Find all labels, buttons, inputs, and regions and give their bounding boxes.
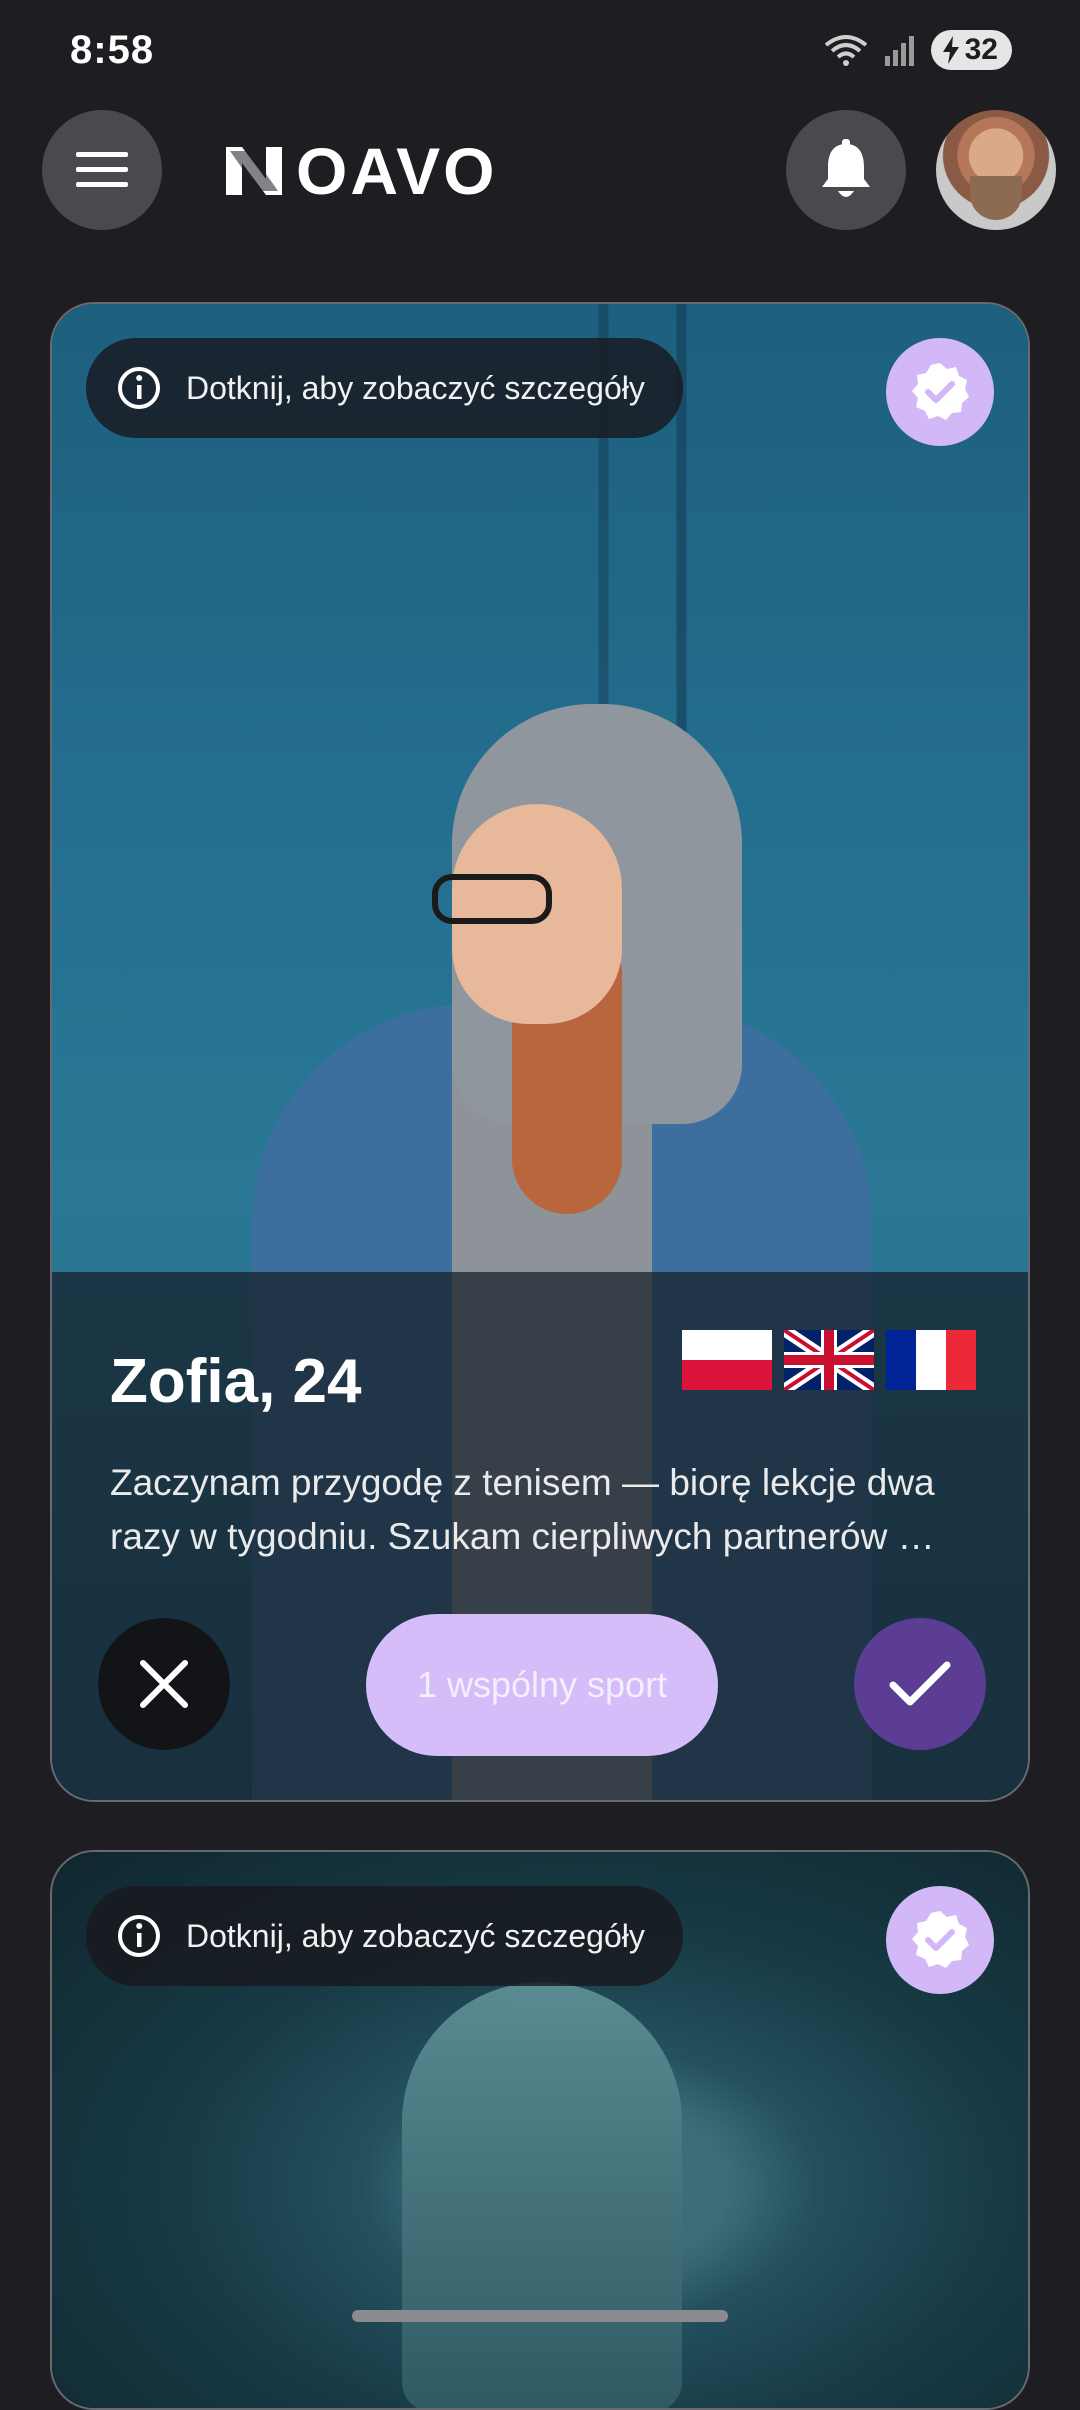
info-icon: [118, 1915, 160, 1957]
check-icon: [889, 1661, 951, 1706]
photo-glasses: [432, 874, 552, 924]
pl-flag-icon: [682, 1330, 772, 1390]
user-avatar[interactable]: [936, 110, 1056, 230]
details-hint-text: Dotknij, aby zobaczyć szczegóły: [186, 1917, 645, 1954]
info-icon: [118, 367, 160, 409]
app-header: OAVO: [0, 110, 1080, 230]
charging-bolt-icon: [942, 36, 959, 64]
battery-level: 32: [964, 33, 998, 66]
details-hint[interactable]: Dotknij, aby zobaczyć szczegóły: [86, 1886, 683, 1986]
app-logo: OAVO: [222, 134, 498, 208]
wifi-icon: [824, 35, 867, 66]
avatar-beard: [970, 176, 1022, 220]
logo-text: OAVO: [296, 134, 498, 208]
status-icons: 32: [823, 30, 1012, 70]
hamburger-icon: [76, 152, 128, 187]
battery-indicator: 32: [930, 30, 1012, 70]
photo-hair: [402, 1982, 682, 2408]
fr-flag-icon: [886, 1330, 976, 1390]
close-icon: [140, 1660, 188, 1708]
home-indicator[interactable]: [352, 2310, 728, 2322]
verified-check-icon: [912, 363, 969, 420]
common-sport-pill[interactable]: 1 wspólny sport: [366, 1614, 718, 1756]
notifications-button[interactable]: [786, 110, 906, 230]
logo-mark-icon: [226, 147, 282, 195]
profile-name-age: Zofia, 24: [110, 1347, 362, 1416]
profile-card[interactable]: Dotknij, aby zobaczyć szczegóły Zofia, 2…: [50, 302, 1030, 1802]
status-bar: 8:58 32: [0, 0, 1080, 100]
verified-check-icon: [912, 1911, 969, 1968]
common-sport-text: 1 wspólny sport: [416, 1664, 668, 1705]
signal-icon: [884, 36, 914, 66]
menu-button[interactable]: [42, 110, 162, 230]
profile-card[interactable]: Dotknij, aby zobaczyć szczegóły: [50, 1850, 1030, 2410]
uk-flag-icon: [784, 1330, 874, 1390]
details-hint[interactable]: Dotknij, aby zobaczyć szczegóły: [86, 338, 683, 438]
accept-button[interactable]: [854, 1618, 986, 1750]
verified-badge: [886, 338, 994, 446]
details-hint-text: Dotknij, aby zobaczyć szczegóły: [186, 369, 645, 406]
bell-icon: [822, 139, 870, 197]
profile-bio: Zaczynam przygodę z tenisem — biorę lekc…: [110, 1462, 935, 1557]
verified-badge: [886, 1886, 994, 1994]
reject-button[interactable]: [98, 1618, 230, 1750]
language-flags: [682, 1330, 976, 1390]
status-time: 8:58: [70, 28, 155, 72]
